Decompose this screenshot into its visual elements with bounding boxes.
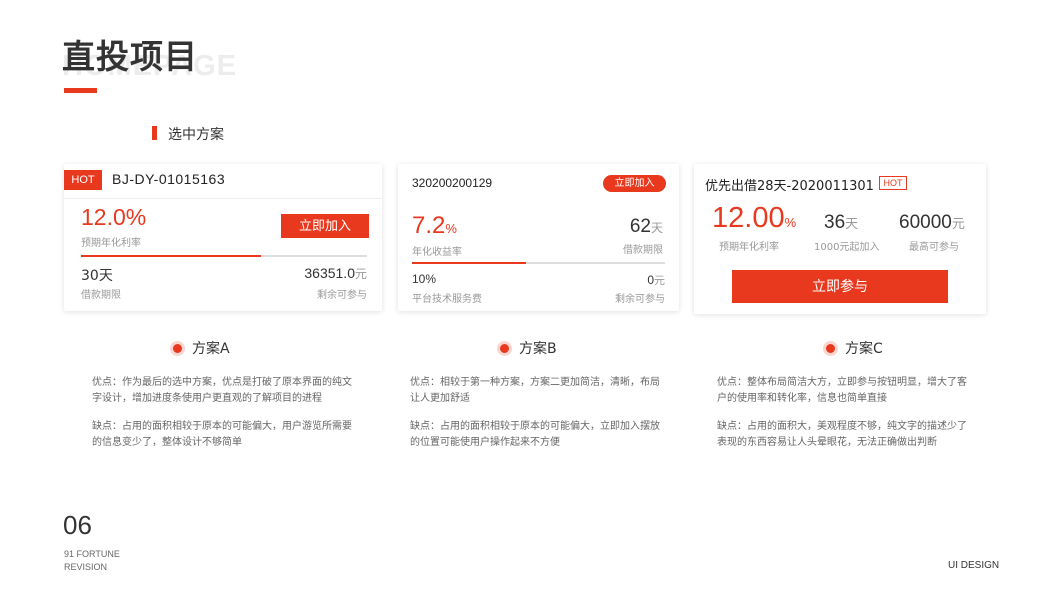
bullet-dot-icon — [826, 343, 835, 353]
annual-rate: 12.00% — [712, 202, 796, 235]
progress-bar — [412, 262, 665, 264]
progress-fill — [81, 255, 262, 257]
days-value: 36 — [824, 212, 846, 233]
bullet-dot-icon — [500, 343, 509, 353]
remaining-unit: 元 — [354, 267, 367, 281]
max-amount-label: 最高可参与 — [909, 242, 959, 253]
section-label: 选中方案 — [168, 127, 224, 143]
hot-badge: HOT — [64, 170, 102, 190]
progress-fill — [412, 262, 526, 264]
plan-c-pros: 优点：整体布局简洁大方，立即参与按钮明显，增大了客户的使用率和转化率，信息也简单… — [717, 377, 967, 404]
project-card-c[interactable]: 优先出借28天-2020011301 HOT 12.00% 预期年化利率 36天… — [694, 164, 986, 314]
loan-term: 36天 — [824, 212, 858, 234]
annual-rate: 12.0% — [81, 204, 147, 230]
rate-value: 7.2 — [412, 212, 446, 239]
plan-a-cons: 缺点：占用的面积相较于原本的可能偏大，用户游览所需要的信息变少了，整体设计不够简… — [92, 421, 352, 448]
min-join-label: 1000元起加入 — [814, 242, 880, 253]
project-card-b[interactable]: 320200200129 立即加入 7.2% 年化收益率 62天 借款期限 10… — [398, 164, 679, 311]
max-value: 60000 — [899, 212, 952, 233]
annual-rate-label: 预期年化利率 — [719, 242, 779, 253]
plan-title: 方案A — [192, 341, 230, 357]
title-underline — [64, 88, 97, 93]
plan-b-pros: 优点：相较于第一种方案，方案二更加简洁，清晰，布局让人更加舒适 — [410, 377, 660, 404]
section-marker — [152, 126, 157, 140]
design-label: UI DESIGN — [948, 560, 1000, 571]
remaining-amount: 36351.0元 — [304, 265, 367, 282]
project-name: 优先出借28天-2020011301 — [705, 179, 874, 194]
plan-c-heading: 方案C — [826, 338, 883, 358]
plan-c-cons: 缺点：占用的面积大，美观程度不够，纯文字的描述少了表现的东西容易让人头晕眼花，无… — [717, 421, 967, 448]
participate-button[interactable]: 立即参与 — [732, 270, 948, 303]
max-amount: 60000元 — [899, 212, 965, 234]
days-unit: 天 — [845, 216, 859, 231]
remaining-amount: 0元 — [647, 272, 665, 288]
loan-term-label: 借款期限 — [623, 245, 663, 256]
plan-b-heading: 方案B — [500, 338, 557, 358]
plan-b-cons: 缺点：占用的面积相较于原本的可能偏大，立即加入摆放的位置可能使用户操作起来不方便 — [410, 421, 660, 448]
remaining-label: 剩余可参与 — [317, 290, 367, 301]
annual-rate-label: 年化收益率 — [412, 247, 462, 258]
loan-term: 30天 — [81, 268, 113, 284]
hot-badge: HOT — [879, 176, 907, 190]
join-button[interactable]: 立即加入 — [281, 214, 369, 238]
plan-a-pros: 优点：作为最后的选中方案，优点是打破了原本界面的纯文字设计，增加进度条使用户更直… — [92, 377, 352, 404]
remaining-label: 剩余可参与 — [615, 294, 665, 305]
page-title: 直投项目 — [62, 37, 198, 76]
remaining-unit: 元 — [654, 275, 665, 287]
project-code: 320200200129 — [412, 176, 493, 190]
loan-term-label: 借款期限 — [81, 290, 121, 301]
bullet-dot-icon — [173, 343, 182, 353]
plan-a-heading: 方案A — [173, 338, 230, 358]
annual-rate: 7.2% — [412, 212, 457, 240]
days-unit: 天 — [650, 221, 663, 235]
rate-unit: % — [784, 215, 797, 230]
plan-title: 方案B — [519, 341, 557, 357]
project-card-a[interactable]: HOT BJ-DY-01015163 12.0% 预期年化利率 立即加入 30天… — [64, 164, 382, 311]
loan-term: 62天 — [630, 216, 663, 238]
annual-rate-label: 预期年化利率 — [81, 238, 141, 249]
progress-bar — [81, 255, 367, 257]
page-number: 06 — [63, 510, 92, 540]
max-unit: 元 — [951, 216, 965, 231]
days-value: 62 — [629, 216, 651, 237]
service-fee-label: 平台技术服务费 — [412, 294, 482, 305]
plan-title: 方案C — [845, 341, 883, 357]
card-divider — [64, 198, 382, 199]
rate-unit: % — [445, 221, 457, 236]
remaining-value: 36351.0 — [304, 265, 355, 281]
service-fee: 10% — [412, 272, 437, 286]
brand-line-2: REVISION — [64, 562, 108, 572]
remaining-value: 0 — [647, 273, 654, 287]
brand-line-1: 91 FORTUNE — [64, 549, 120, 559]
join-button[interactable]: 立即加入 — [603, 175, 666, 192]
project-code: BJ-DY-01015163 — [112, 171, 226, 187]
rate-value: 12.00 — [712, 202, 785, 234]
